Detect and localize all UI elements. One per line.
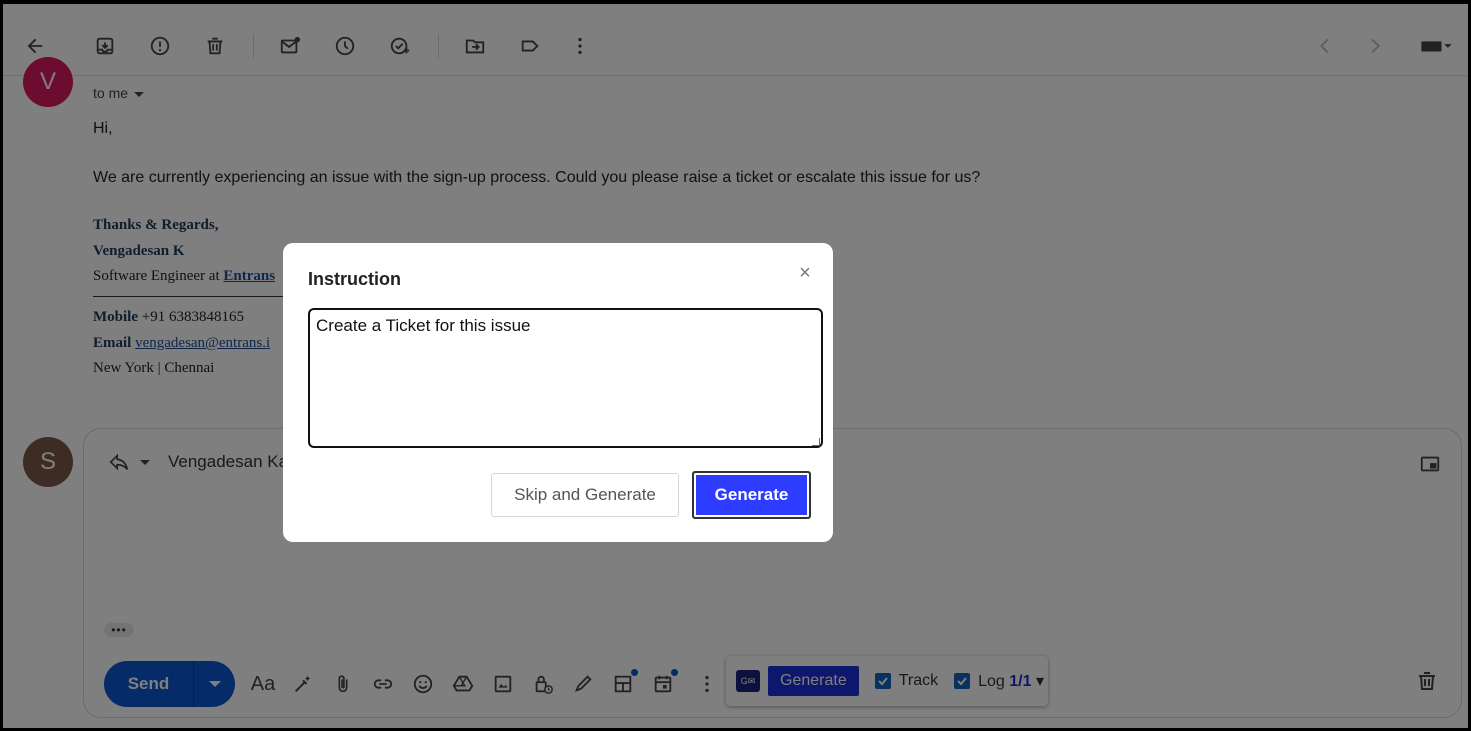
resize-handle-icon[interactable]	[812, 438, 820, 446]
dialog-title: Instruction	[308, 269, 401, 289]
generate-button[interactable]: Generate	[692, 471, 811, 519]
close-icon[interactable]: ×	[795, 262, 815, 284]
instruction-input[interactable]: Create a Ticket for this issue	[308, 308, 823, 448]
skip-and-generate-button[interactable]: Skip and Generate	[491, 473, 679, 517]
instruction-dialog: Instruction × Create a Ticket for this i…	[283, 243, 833, 542]
